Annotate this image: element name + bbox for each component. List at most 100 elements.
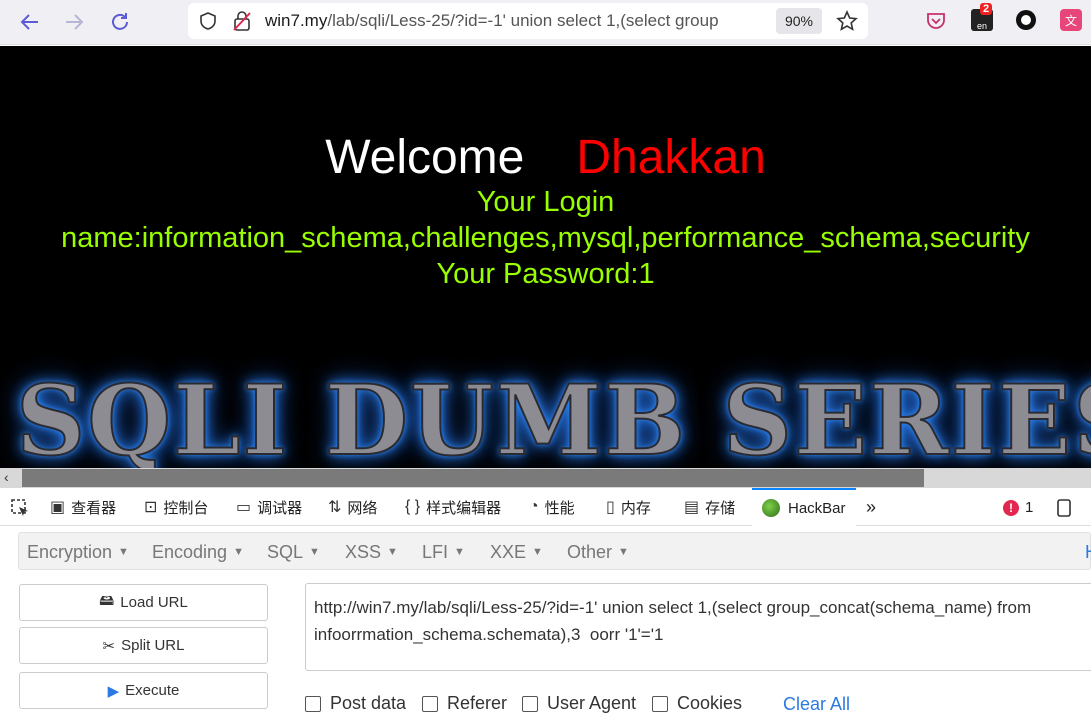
user-name: Dhakkan: [576, 131, 766, 184]
menu-label: XSS: [345, 542, 382, 562]
menu-other[interactable]: Other ▼: [567, 542, 629, 563]
load-url-button[interactable]: 🖴 Load URL: [19, 584, 268, 621]
web-page: Welcome Dhakkan Your Login name:informati…: [0, 46, 1091, 468]
menu-sql[interactable]: SQL ▼: [267, 542, 320, 563]
tab-style-editor[interactable]: { } 样式编辑器: [405, 488, 501, 526]
tab-storage[interactable]: ▤ 存储: [684, 488, 735, 526]
user-agent-checkbox[interactable]: User Agent: [522, 693, 636, 714]
back-button[interactable]: [16, 8, 44, 36]
scrollbar-thumb[interactable]: [22, 469, 924, 487]
element-picker-icon[interactable]: [10, 498, 30, 518]
extension-badge: 2: [980, 3, 993, 15]
arrow-right-icon: [66, 14, 84, 30]
shield-icon: [200, 12, 216, 30]
checkbox-box[interactable]: [652, 695, 668, 712]
bookmark-star-icon[interactable]: [836, 10, 858, 32]
address-bar[interactable]: win7.my/lab/sqli/Less-25/?id=-1' union s…: [188, 3, 868, 39]
tab-label: 性能: [544, 499, 575, 517]
load-url-icon: 🖴: [99, 592, 115, 609]
checkbox-label: Post data: [330, 693, 407, 713]
tab-label: 内存: [620, 499, 651, 517]
menu-right-edge[interactable]: H: [1085, 542, 1091, 563]
tab-label: 样式编辑器: [426, 499, 502, 517]
url-line-2: infoorrmation_schema.schemata),3 oorr '1…: [314, 625, 664, 644]
split-url-button[interactable]: ✂ Split URL: [19, 627, 268, 664]
caret-down-icon: ▼: [233, 546, 244, 558]
button-label: Execute: [125, 682, 180, 699]
extension-en-icon[interactable]: en 2: [971, 3, 993, 31]
welcome-text: Welcome: [325, 131, 525, 184]
caret-down-icon: ▼: [454, 546, 465, 558]
scissors-icon: ✂: [102, 637, 116, 655]
login-line-1: Your Login: [476, 186, 615, 218]
tab-label: 存储: [705, 499, 736, 517]
checkbox-box[interactable]: [422, 695, 438, 712]
menu-label: Encryption: [27, 542, 113, 562]
url-line-1: http://win7.my/lab/sqli/Less-25/?id=-1' …: [314, 598, 1032, 617]
reload-icon: [112, 13, 128, 30]
horizontal-scrollbar[interactable]: ‹: [0, 468, 1091, 488]
zoom-indicator[interactable]: 90%: [776, 8, 822, 34]
menu-encryption[interactable]: Encryption ▼: [27, 542, 129, 563]
url-textarea[interactable]: http://win7.my/lab/sqli/Less-25/?id=-1' …: [305, 583, 1091, 671]
network-icon: ⇅: [328, 499, 342, 516]
tab-debugger[interactable]: ▭ 调试器: [236, 488, 302, 526]
tab-hackbar[interactable]: HackBar: [752, 488, 856, 526]
tab-label: 查看器: [71, 499, 117, 517]
pocket-icon[interactable]: [925, 10, 947, 32]
referer-checkbox[interactable]: Referer: [422, 693, 507, 714]
performance-icon: ◔: [529, 498, 539, 515]
tab-console[interactable]: ⊡ 控制台: [144, 488, 208, 526]
forward-button[interactable]: [60, 8, 88, 36]
error-counter[interactable]: ! 1: [1003, 499, 1033, 516]
button-label: Load URL: [120, 594, 188, 611]
menu-encoding[interactable]: Encoding ▼: [152, 542, 244, 563]
post-data-checkbox[interactable]: Post data: [305, 693, 406, 714]
reload-button[interactable]: [106, 8, 134, 36]
insecure-lock-icon: [233, 11, 251, 31]
caret-down-icon: ▼: [387, 546, 398, 558]
password-line: Your Password:1: [436, 258, 655, 290]
menu-label: Other: [567, 542, 613, 562]
arrow-left-icon: [20, 14, 38, 30]
checkbox-box[interactable]: [522, 695, 538, 712]
tab-label: 网络: [347, 499, 378, 517]
menu-label: SQL: [267, 542, 304, 562]
menu-xss[interactable]: XSS ▼: [345, 542, 398, 563]
menu-label: XXE: [490, 542, 527, 562]
console-icon: ⊡: [144, 499, 158, 516]
caret-down-icon: ▼: [309, 546, 320, 558]
error-count: 1: [1025, 499, 1034, 516]
checkbox-label: Cookies: [677, 693, 743, 713]
execute-button[interactable]: ▶ Execute: [19, 672, 268, 709]
scroll-left-icon[interactable]: ‹: [4, 469, 9, 485]
devtools-tabbar: ▣ 查看器 ⊡ 控制台 ▭ 调试器 ⇅ 网络 { } 样式编辑器 ◔ 性能 ▯ 内存 ▤ 存储 …: [0, 488, 1091, 526]
tab-performance[interactable]: ◔ 性能: [529, 488, 575, 526]
checkbox-box[interactable]: [305, 695, 321, 712]
menu-label: Encoding: [152, 542, 228, 562]
responsive-design-icon[interactable]: [1054, 498, 1074, 518]
tab-label: 调试器: [257, 499, 303, 517]
translate-icon[interactable]: 文: [1060, 9, 1082, 31]
extension-circle-icon[interactable]: [1016, 10, 1036, 30]
caret-down-icon: ▼: [532, 546, 543, 558]
browser-toolbar: win7.my/lab/sqli/Less-25/?id=-1' union s…: [0, 0, 1091, 45]
cookies-checkbox[interactable]: Cookies: [652, 693, 742, 714]
tab-memory[interactable]: ▯ 内存: [606, 488, 651, 526]
clear-all-link[interactable]: Clear All: [783, 694, 850, 715]
menu-xxe[interactable]: XXE ▼: [490, 542, 543, 563]
tab-inspector[interactable]: ▣ 查看器: [50, 488, 116, 526]
inspector-icon: ▣: [50, 499, 66, 516]
error-icon: !: [1003, 499, 1019, 516]
menu-lfi[interactable]: LFI ▼: [422, 542, 465, 563]
sqli-banner: SQLI DUMB SERIES: [15, 363, 1091, 468]
memory-icon: ▯: [606, 499, 615, 516]
hackbar-panel: Encryption ▼ Encoding ▼ SQL ▼ XSS ▼ LFI ▼ XXE…: [0, 526, 1091, 720]
storage-icon: ▤: [684, 499, 700, 516]
more-tabs-button[interactable]: »: [866, 488, 876, 526]
checkbox-label: User Agent: [547, 693, 637, 713]
caret-down-icon: ▼: [618, 546, 629, 558]
tab-network[interactable]: ⇅ 网络: [328, 488, 377, 526]
caret-down-icon: ▼: [118, 546, 129, 558]
chevrons-right-icon: »: [866, 496, 877, 517]
